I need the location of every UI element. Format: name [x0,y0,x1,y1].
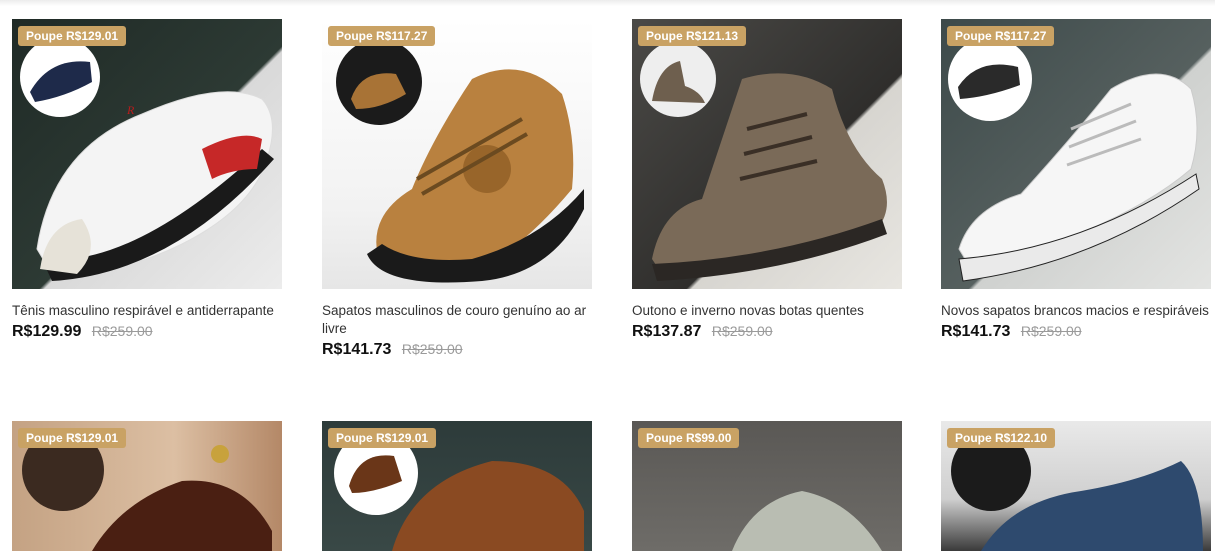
discount-badge: Poupe R$117.27 [947,26,1055,46]
discount-badge: Poupe R$129.01 [328,428,437,448]
product-image[interactable]: Poupe R$129.01 [12,421,282,551]
original-price: R$259.00 [401,341,463,357]
current-price: R$141.73 [941,323,1011,340]
original-price: R$259.00 [711,323,773,339]
current-price: R$141.73 [322,341,392,358]
discount-badge: Poupe R$129.01 [18,428,127,448]
discount-badge: Poupe R$121.13 [638,26,747,46]
discount-badge: Poupe R$122.10 [947,428,1056,448]
product-card[interactable]: Poupe R$122.10 [941,421,1211,551]
product-title[interactable]: Tênis masculino respirável e antiderrapa… [12,302,282,320]
price-row: R$129.99 R$259.00 [12,323,282,341]
product-image[interactable]: Poupe R$99.00 [632,421,902,551]
discount-badge: Poupe R$99.00 [638,428,740,448]
product-card[interactable]: R Poupe R$129.01 Tênis masculino respirá… [12,19,282,341]
detail-inset [336,39,422,125]
price-row: R$141.73 R$259.00 [941,323,1211,341]
detail-inset [640,41,716,117]
detail-inset [948,37,1032,121]
product-image[interactable]: R Poupe R$129.01 [12,19,282,289]
current-price: R$137.87 [632,323,702,340]
svg-text:R: R [126,103,135,117]
detail-inset [20,37,100,117]
discount-badge: Poupe R$129.01 [18,26,127,46]
discount-badge: Poupe R$117.27 [328,26,436,46]
current-price: R$129.99 [12,323,82,340]
price-row: R$137.87 R$259.00 [632,323,902,341]
original-price: R$259.00 [1020,323,1082,339]
product-card[interactable]: Poupe R$117.27 Sapatos masculinos de cou… [322,19,592,359]
original-price: R$259.00 [91,323,153,339]
product-card[interactable]: Poupe R$129.01 [322,421,592,551]
product-title[interactable]: Outono e inverno novas botas quentes [632,302,902,320]
product-title[interactable]: Sapatos masculinos de couro genuíno ao a… [322,302,592,338]
product-image[interactable]: Poupe R$122.10 [941,421,1211,551]
product-title[interactable]: Novos sapatos brancos macios e respiráve… [941,302,1211,320]
product-image[interactable]: Poupe R$121.13 [632,19,902,289]
product-card[interactable]: Poupe R$117.27 Novos sapatos brancos mac… [941,19,1211,341]
product-card[interactable]: Poupe R$121.13 Outono e inverno novas bo… [632,19,902,341]
price-row: R$141.73 R$259.00 [322,341,592,359]
product-image[interactable]: Poupe R$117.27 [322,19,592,289]
product-card[interactable]: Poupe R$99.00 [632,421,902,551]
product-card[interactable]: Poupe R$129.01 [12,421,282,551]
product-image[interactable]: Poupe R$117.27 [941,19,1211,289]
product-image[interactable]: Poupe R$129.01 [322,421,592,551]
header-shadow [0,0,1215,6]
